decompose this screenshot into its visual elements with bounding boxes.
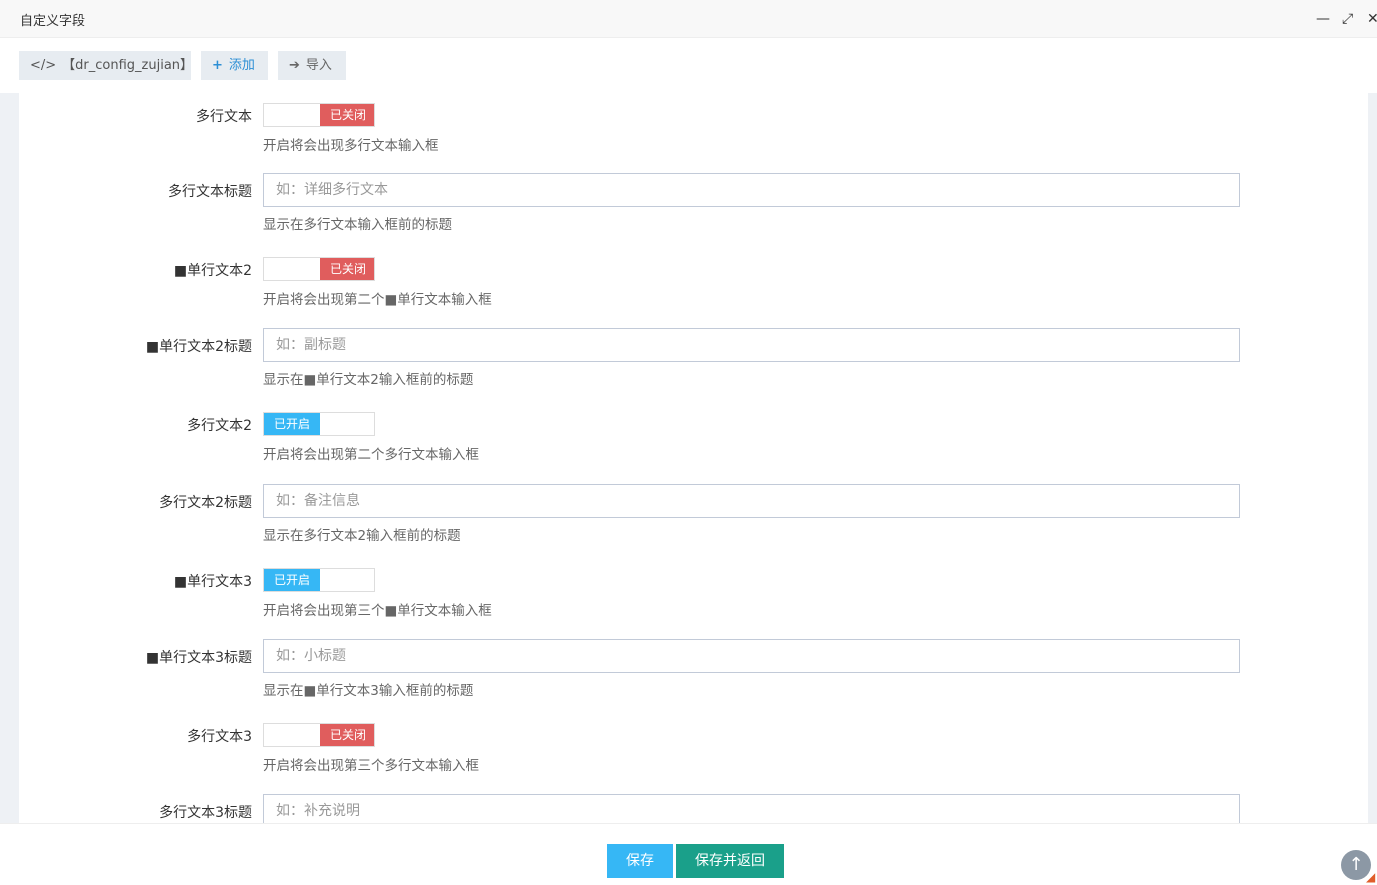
- toolbar: </> 【dr_config_zujian】 + 添加 ➔ 导入: [0, 39, 1377, 93]
- field-label: 多行文本2: [187, 418, 252, 434]
- field-label: ■单行文本3标题: [145, 650, 252, 666]
- import-button[interactable]: ➔ 导入: [278, 51, 346, 80]
- field-label: 多行文本2标题: [159, 495, 252, 511]
- config-code-button[interactable]: </> 【dr_config_zujian】: [19, 51, 194, 80]
- import-label: 导入: [305, 58, 332, 73]
- text-input[interactable]: 如：小标题: [263, 639, 1240, 673]
- close-icon[interactable]: ✕: [1367, 10, 1377, 28]
- maximize-icon[interactable]: ⤢: [1342, 10, 1353, 28]
- field-label: 多行文本3标题: [159, 805, 252, 821]
- switch-state-label: 已关闭: [320, 724, 374, 746]
- text-input[interactable]: 如：详细多行文本: [263, 173, 1240, 207]
- form-panel: 多行文本 已关闭 开启将会出现多行文本输入框 多行文本标题 如：详细多行文本 显…: [19, 93, 1368, 823]
- toggle-switch[interactable]: 已关闭: [263, 723, 375, 747]
- help-text: 开启将会出现第三个多行文本输入框: [263, 758, 479, 774]
- form-area: 多行文本 已关闭 开启将会出现多行文本输入框 多行文本标题 如：详细多行文本 显…: [0, 93, 1377, 823]
- help-text: 开启将会出现第二个■单行文本输入框: [263, 292, 492, 308]
- save-and-return-button[interactable]: 保存并返回: [676, 844, 784, 878]
- switch-state-label: 已关闭: [320, 258, 374, 280]
- text-input[interactable]: 如：补充说明: [263, 794, 1240, 823]
- text-input[interactable]: 如：备注信息: [263, 484, 1240, 518]
- add-label: 添加: [228, 58, 255, 73]
- help-text: 显示在多行文本2输入框前的标题: [263, 528, 461, 544]
- config-code-label: 【dr_config_zujian】: [62, 58, 194, 73]
- field-label: ■单行文本2标题: [145, 339, 252, 355]
- toggle-switch[interactable]: 已关闭: [263, 257, 375, 281]
- scrollbar-track[interactable]: [1368, 93, 1377, 823]
- sign-in-icon: ➔: [289, 58, 300, 73]
- switch-state-label: 已开启: [264, 569, 320, 591]
- help-text: 开启将会出现多行文本输入框: [263, 138, 439, 154]
- help-text: 开启将会出现第三个■单行文本输入框: [263, 603, 492, 619]
- field-label: 多行文本3: [187, 729, 252, 745]
- corner-arrow-icon: ◢: [1366, 870, 1376, 884]
- text-input[interactable]: 如：副标题: [263, 328, 1240, 362]
- window-title: 自定义字段: [20, 14, 86, 29]
- toggle-switch[interactable]: 已开启: [263, 412, 375, 436]
- code-icon: </>: [30, 58, 57, 73]
- help-text: 显示在多行文本输入框前的标题: [263, 217, 452, 233]
- toggle-switch[interactable]: 已关闭: [263, 103, 375, 127]
- field-label: 多行文本标题: [168, 184, 252, 200]
- field-label: ■单行文本3: [173, 574, 252, 590]
- plus-icon: +: [212, 58, 223, 73]
- field-label: 多行文本: [196, 109, 252, 125]
- toggle-switch[interactable]: 已开启: [263, 568, 375, 592]
- window-titlebar: 自定义字段 — ⤢ ✕: [0, 0, 1377, 38]
- switch-state-label: 已关闭: [320, 104, 374, 126]
- save-button[interactable]: 保存: [607, 844, 673, 878]
- field-label: ■单行文本2: [173, 263, 252, 279]
- switch-state-label: 已开启: [264, 413, 320, 435]
- add-button[interactable]: + 添加: [201, 51, 268, 80]
- minimize-icon[interactable]: —: [1316, 10, 1330, 28]
- help-text: 显示在■单行文本3输入框前的标题: [263, 683, 474, 699]
- help-text: 显示在■单行文本2输入框前的标题: [263, 372, 474, 388]
- form-footer: 保存 保存并返回: [0, 823, 1377, 885]
- help-text: 开启将会出现第二个多行文本输入框: [263, 447, 479, 463]
